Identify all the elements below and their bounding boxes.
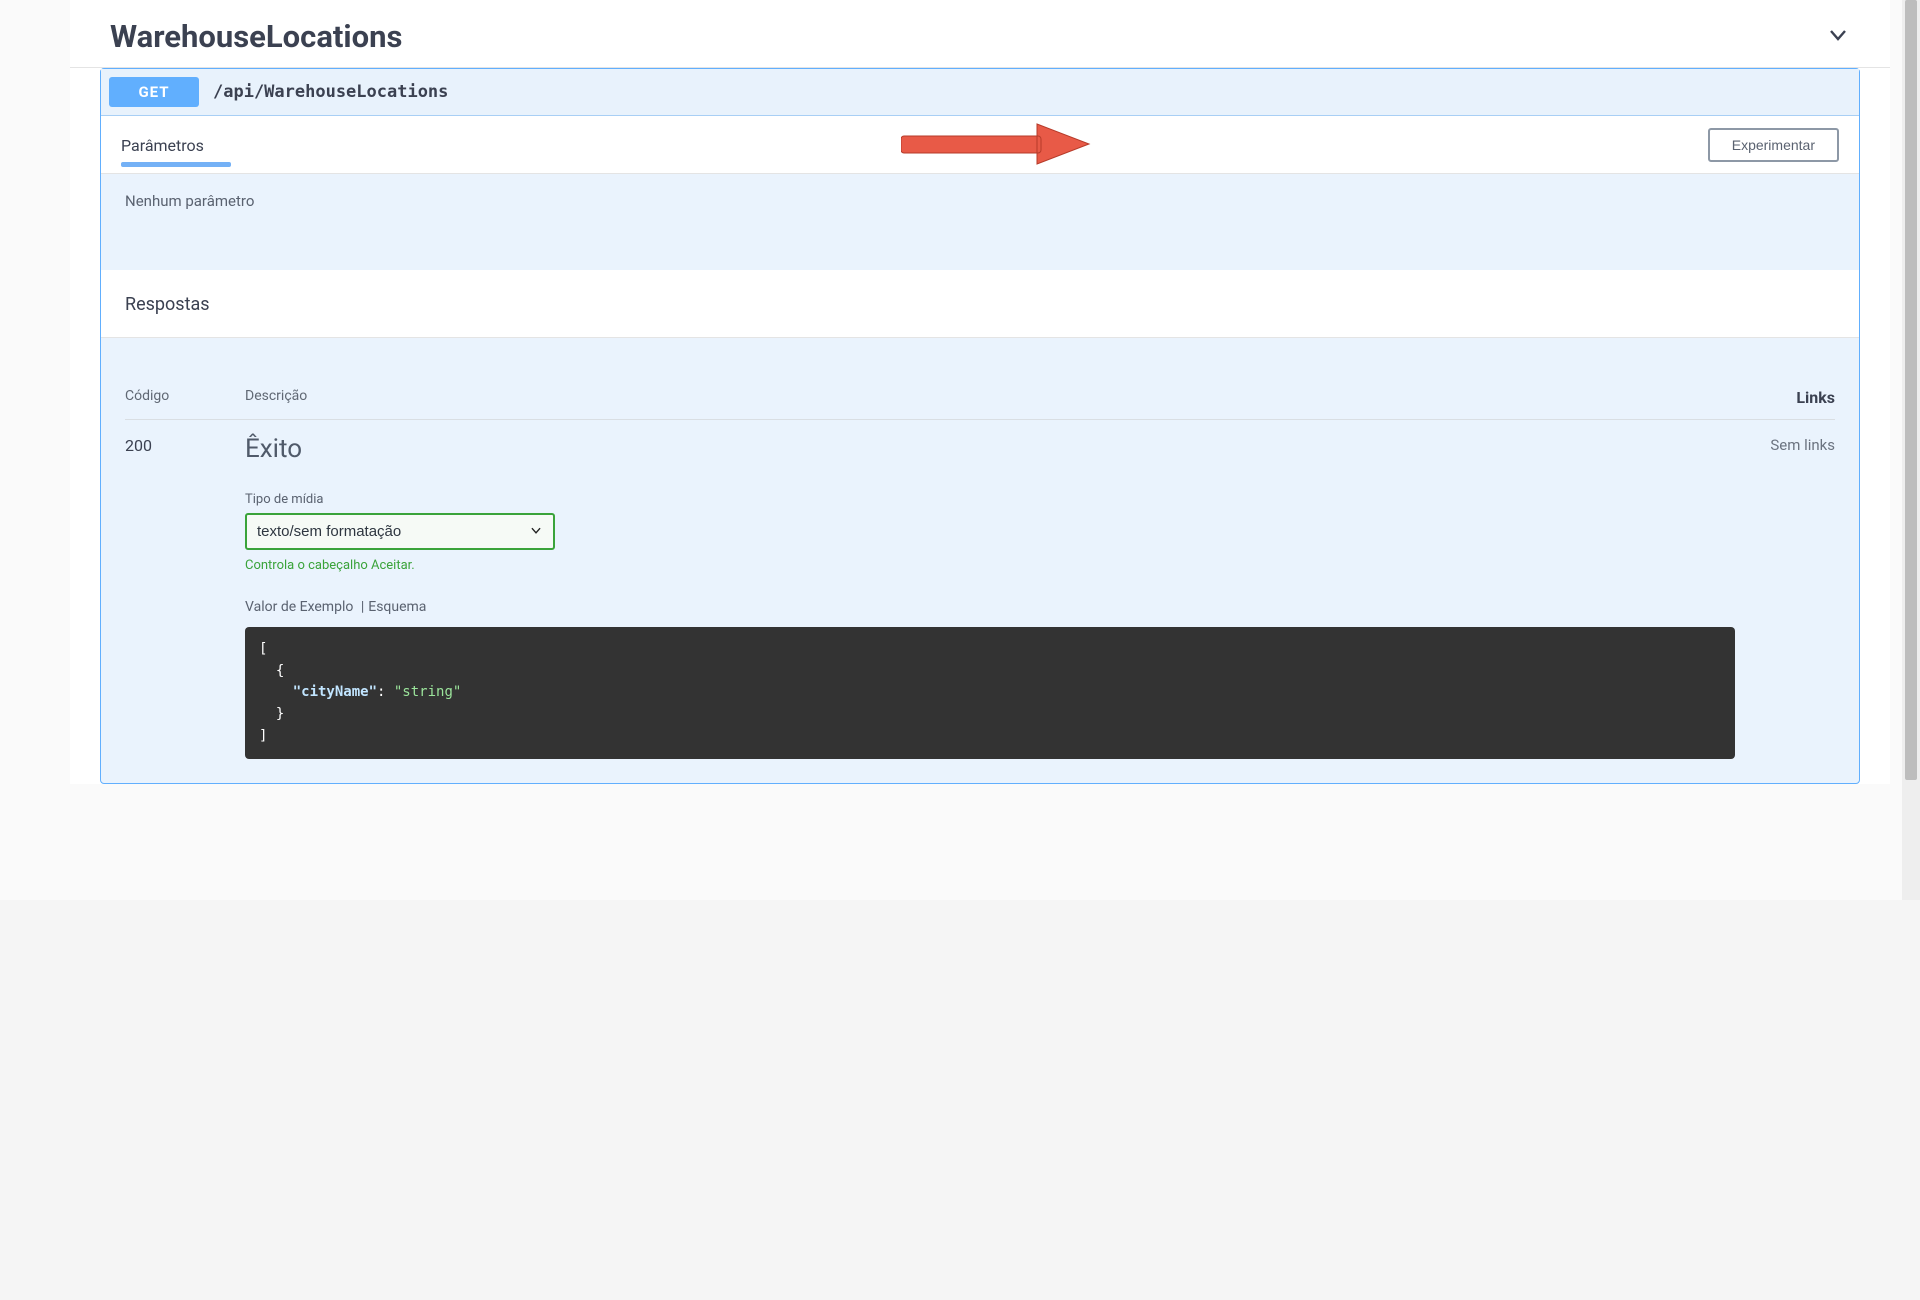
response-links: Sem links xyxy=(1735,434,1835,759)
operation-block: GET /api/WarehouseLocations Parâmetros E… xyxy=(100,68,1860,784)
chevron-down-icon[interactable] xyxy=(1826,23,1850,51)
col-header-description: Descrição xyxy=(245,388,1735,407)
endpoint-path: /api/WarehouseLocations xyxy=(213,82,448,102)
example-value-tab[interactable]: Valor de Exemplo xyxy=(245,599,353,615)
example-schema-tabs: Valor de Exemplo |Esquema xyxy=(245,599,1735,615)
response-row: 200 Êxito Tipo de mídia texto/sem format… xyxy=(125,420,1835,759)
operation-tag-header[interactable]: WarehouseLocations xyxy=(70,0,1890,68)
json-value: "string" xyxy=(394,684,461,700)
scrollbar-track[interactable] xyxy=(1902,0,1920,900)
schema-tab[interactable]: Esquema xyxy=(368,599,426,615)
responses-table-head: Código Descrição Links xyxy=(125,338,1835,420)
media-type-select[interactable]: texto/sem formatação xyxy=(245,513,555,550)
parameters-header: Parâmetros Experimentar xyxy=(101,116,1859,174)
response-code: 200 xyxy=(125,434,245,759)
media-type-select-wrap: texto/sem formatação xyxy=(245,513,555,550)
http-method-badge: GET xyxy=(109,77,199,107)
parameters-tab[interactable]: Parâmetros xyxy=(121,126,204,163)
example-code-block: [ { "cityName": "string" } ] xyxy=(245,627,1735,759)
json-key: "cityName" xyxy=(293,684,377,700)
operation-summary-row[interactable]: GET /api/WarehouseLocations xyxy=(101,69,1859,116)
arrow-annotation-icon xyxy=(901,122,1091,166)
tab-separator: | xyxy=(357,599,364,615)
scrollbar-thumb[interactable] xyxy=(1905,0,1917,780)
col-header-code: Código xyxy=(125,388,245,407)
response-title: Êxito xyxy=(245,434,1735,464)
responses-label: Respostas xyxy=(125,294,210,315)
parameters-body: Nenhum parâmetro xyxy=(101,174,1859,270)
operation-tag-title: WarehouseLocations xyxy=(110,18,402,55)
col-header-links: Links xyxy=(1735,388,1835,407)
response-description: Êxito Tipo de mídia texto/sem formatação… xyxy=(245,434,1735,759)
try-it-out-button[interactable]: Experimentar xyxy=(1708,128,1839,162)
media-type-label: Tipo de mídia xyxy=(245,492,1735,507)
no-parameters-text: Nenhum parâmetro xyxy=(125,192,254,210)
responses-header: Respostas xyxy=(101,270,1859,338)
accept-header-note: Controla o cabeçalho Aceitar. xyxy=(245,558,1735,573)
responses-table: Código Descrição Links 200 Êxito Tipo de… xyxy=(101,338,1859,783)
